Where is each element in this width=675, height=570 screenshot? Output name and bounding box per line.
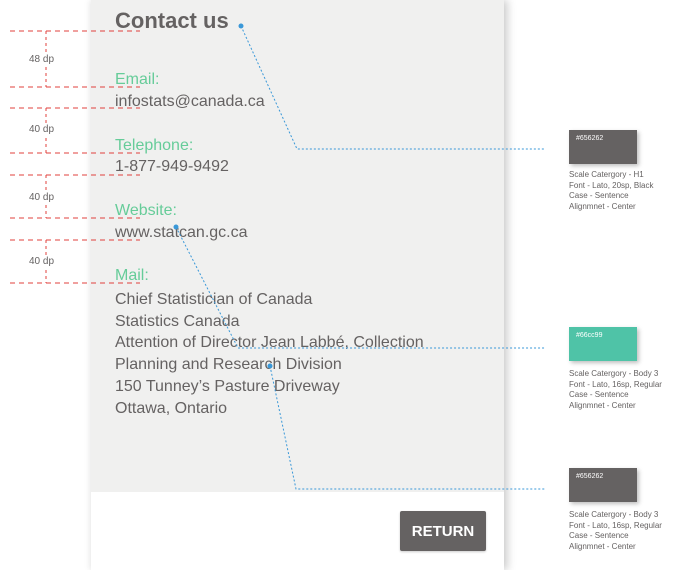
swatch-note-line: Font - Lato, 16sp, Regular [569, 520, 662, 530]
swatch-note-line: Scale Catergory - Body 3 [569, 369, 659, 378]
swatch-hex: #66cc99 [576, 332, 603, 339]
color-swatch: #66cc99 [569, 327, 637, 361]
spacing-annotation: 48 dp [28, 54, 56, 65]
swatch-note-line: Scale Catergory - Body 3 [569, 510, 659, 519]
swatch-note: Scale Catergory - Body 3 Font - Lato, 16… [569, 510, 674, 552]
swatch-note-line: Scale Catergory - H1 [569, 170, 644, 179]
callout-line [240, 25, 545, 150]
color-swatch: #656262 [569, 130, 637, 164]
swatch-note: Scale Catergory - H1 Font - Lato, 20sp, … [569, 170, 674, 212]
swatch-note-line: Case - Sentence [569, 531, 629, 540]
callout-dot [267, 363, 273, 369]
swatch-note-line: Font - Lato, 16sp, Regular [569, 379, 662, 389]
color-swatch: #656262 [569, 468, 637, 502]
callout-dot [238, 23, 244, 29]
callout-line [175, 226, 545, 349]
swatch-note: Scale Catergory - Body 3 Font - Lato, 16… [569, 369, 674, 411]
spacing-annotation: 40 dp [28, 192, 56, 203]
callout-line [269, 365, 545, 490]
swatch-note-line: Case - Sentence [569, 191, 629, 200]
callout-dot [173, 224, 179, 230]
swatch-note-line: Font - Lato, 20sp, Black [569, 180, 654, 190]
spacing-annotation: 40 dp [28, 124, 56, 135]
swatch-note-line: Alignmnet - Center [569, 201, 636, 211]
swatch-note-line: Case - Sentence [569, 390, 629, 399]
swatch-hex: #656262 [576, 135, 604, 142]
spacing-annotation: 40 dp [28, 256, 56, 267]
swatch-note-line: Alignmnet - Center [569, 400, 636, 410]
swatch-hex: #656262 [576, 473, 604, 480]
swatch-note-line: Alignmnet - Center [569, 541, 636, 551]
